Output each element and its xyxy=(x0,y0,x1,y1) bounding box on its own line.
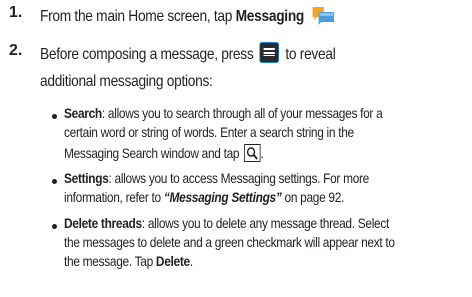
search-line-1: Search: allows you to search through all… xyxy=(64,106,383,121)
search-line-2: certain word or string of words. Enter a… xyxy=(64,125,354,140)
settings-desc-1: : allows you to access Messaging setting… xyxy=(108,171,370,186)
step-1-text: From the main Home screen, tap Messaging xyxy=(40,4,337,26)
manual-page: 1. From the main Home screen, tap Messag… xyxy=(0,0,472,297)
step-number: 1. xyxy=(9,4,23,21)
delete-line-2: the messages to delete and a green check… xyxy=(64,235,395,250)
bullet-dot xyxy=(52,114,57,119)
step-number: 2. xyxy=(9,42,23,59)
search-period: . xyxy=(260,146,264,161)
delete-period: . xyxy=(189,254,193,269)
messaging-label: Messaging xyxy=(235,8,305,25)
settings-desc-2: information, refer to xyxy=(64,190,164,205)
search-desc-1: : allows you to search through all of yo… xyxy=(101,106,383,121)
step-2-text-after: to reveal xyxy=(285,46,336,63)
delete-threads-term: Delete threads xyxy=(64,216,142,231)
messaging-icon xyxy=(311,4,337,26)
delete-action-label: Delete xyxy=(155,254,190,269)
step-2-text-before: Before composing a message, press xyxy=(40,46,257,63)
step-2-line-1: Before composing a message, press to rev… xyxy=(40,42,336,64)
delete-line-3: the message. Tap Delete. xyxy=(64,254,193,269)
search-icon xyxy=(243,144,261,162)
delete-desc-1: : allows you to delete any message threa… xyxy=(141,216,390,231)
search-desc-3: Messaging Search window and tap xyxy=(64,146,243,161)
settings-page-ref: on page 92. xyxy=(281,190,345,205)
bullet-dot xyxy=(52,179,57,184)
bullet-dot xyxy=(52,224,57,229)
step-2-line-2: additional messaging options: xyxy=(40,73,213,90)
delete-desc-3: the message. Tap xyxy=(64,254,156,269)
delete-line-1: Delete threads: allows you to delete any… xyxy=(64,216,389,231)
messaging-settings-reference[interactable]: “Messaging Settings” xyxy=(164,190,282,205)
step-1-text-before: From the main Home screen, tap xyxy=(40,8,236,25)
menu-icon xyxy=(259,42,280,63)
search-term: Search xyxy=(64,106,102,121)
settings-line-2: information, refer to “Messaging Setting… xyxy=(64,190,344,205)
search-line-3: Messaging Search window and tap . xyxy=(64,144,264,162)
settings-term: Settings xyxy=(64,171,109,186)
settings-line-1: Settings: allows you to access Messaging… xyxy=(64,171,369,186)
